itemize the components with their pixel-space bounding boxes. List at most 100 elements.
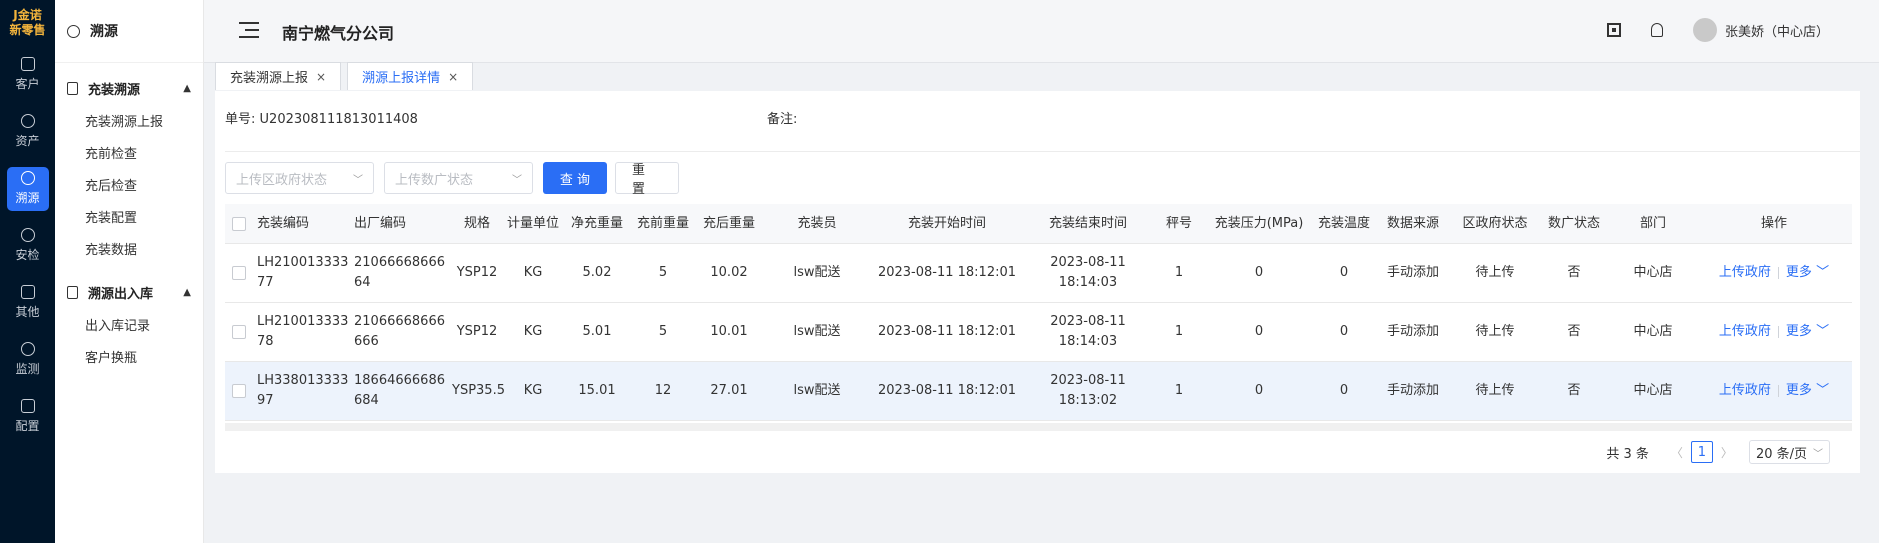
subnav-item-post-check[interactable]: 充后检查 [55,171,203,203]
chevron-down-icon: ﹀ [1816,324,1830,339]
company-name: 南宁燃气分公司 [282,24,395,43]
col-header: 充装员 [797,215,837,231]
rail-item-customer[interactable]: 客户 [0,46,55,103]
apps-icon [20,399,35,413]
row-checkbox[interactable] [232,325,246,339]
more-dropdown[interactable]: 更多 ﹀ [1786,263,1829,283]
bell-icon[interactable] [1650,23,1663,37]
chevron-up-icon: ▲ [183,82,191,94]
rail-label: 安检 [15,248,40,262]
rail-item-monitor[interactable]: 监测 [0,331,55,388]
col-header: 充前重量 [636,215,689,231]
horizontal-scrollbar[interactable] [225,423,1852,431]
col-header: 数据来源 [1386,215,1439,231]
col-header: 计量单位 [506,215,559,231]
upload-gov-link[interactable]: 上传政府 [1719,263,1771,283]
qrcode-icon[interactable] [1606,23,1621,37]
chevron-down-icon: ﹀ [1816,265,1830,280]
subnav-item-filling-report[interactable]: 充装溯源上报 [55,107,203,139]
subnav-item-bottle-exchange[interactable]: 客户换瓶 [55,343,203,375]
close-icon[interactable]: × [316,70,326,84]
chevron-down-icon: ﹀ [353,174,363,186]
menu-fold-icon[interactable] [239,22,259,40]
page-size-select[interactable]: 20 条/页 ﹀ [1748,440,1830,464]
col-header: 充装压力(MPa) [1214,215,1304,231]
upload-gov-link[interactable]: 上传政府 [1719,381,1771,401]
app-rail: J金诺 新零售 客户 资产 溯源 安检 其他 监测 配置 [0,0,55,543]
chevron-right-icon[interactable]: 〉 [1721,444,1733,461]
col-header: 充后重量 [702,215,755,231]
more-dropdown[interactable]: 更多 ﹀ [1786,322,1829,342]
tab-report-detail[interactable]: 溯源上报详情 × [347,62,474,90]
chevron-down-icon: ﹀ [1816,383,1830,398]
col-header: 出厂编码 [354,215,407,231]
logo-line-2: 新零售 [9,23,46,37]
rail-item-inspection[interactable]: 安检 [0,217,55,274]
query-button[interactable]: 查 询 [543,162,607,194]
top-header: 南宁燃气分公司 张美娇（中心店） [204,0,1879,63]
reset-button[interactable]: 重 置 [615,162,679,197]
chevron-down-icon: ﹀ [512,174,522,186]
table-row: LH21001333377 2106666866664 YSP12 KG 5.0… [225,244,1852,303]
subnav-item-stock-records[interactable]: 出入库记录 [55,311,203,343]
subnav-item-filling-config[interactable]: 充装配置 [55,203,203,235]
order-number: 单号: U202308111813011408 [225,112,418,127]
select-all-checkbox[interactable] [232,216,246,231]
rail-item-assets[interactable]: 资产 [0,103,55,160]
rail-item-other[interactable]: 其他 [0,274,55,331]
col-header: 规格 [463,215,490,231]
filter-bar: 上传区政府状态 ﹀ 上传数广状态 ﹀ 查 询 重 置 [225,162,687,197]
digital-status-select[interactable]: 上传数广状态 ﹀ [384,162,533,194]
chevron-down-icon: ﹀ [1813,448,1823,460]
compass-icon [67,24,80,38]
total-count: 共 3 条 [1606,446,1649,462]
page-number[interactable]: 1 [1690,441,1713,463]
sub-navigation: 溯源 充装溯源 ▲ 充装溯源上报 充前检查 充后检查 充装配置 充装数据 溯源出… [55,0,204,543]
col-header: 充装结束时间 [1048,215,1127,231]
row-checkbox[interactable] [232,266,246,280]
subnav-group-stock-in-out[interactable]: 溯源出入库 ▲ [55,273,203,311]
col-header: 净充重量 [570,215,623,231]
col-header: 充装编码 [257,215,310,231]
close-icon[interactable]: × [448,70,458,84]
col-header: 数广状态 [1547,215,1600,231]
rail-label: 监测 [15,362,40,376]
rail-item-trace[interactable]: 溯源 [0,160,55,217]
more-dropdown[interactable]: 更多 ﹀ [1786,381,1829,401]
username[interactable]: 张美娇（中心店） [1725,21,1829,40]
rail-label: 资产 [15,134,40,148]
chevron-left-icon[interactable]: 〈 [1671,444,1683,461]
subnav-title: 溯源 [55,0,203,63]
alarm-icon [20,342,35,356]
customer-card-icon [20,57,35,71]
page-tabs: 充装溯源上报 × 溯源上报详情 × [215,62,479,90]
rail-item-config[interactable]: 配置 [0,388,55,445]
lightbulb-icon [20,114,35,128]
table-header: 充装编码 出厂编码 规格 计量单位 净充重量 充前重量 充后重量 充装员 充装开… [225,204,1852,244]
records-table: 充装编码 出厂编码 规格 计量单位 净充重量 充前重量 充后重量 充装员 充装开… [225,204,1852,421]
subnav-item-pre-check[interactable]: 充前检查 [55,139,203,171]
grid-plus-icon [20,285,35,299]
avatar[interactable] [1692,18,1717,42]
gov-status-select[interactable]: 上传区政府状态 ﹀ [225,162,374,194]
rail-label: 客户 [15,77,40,91]
brand-logo: J金诺 新零售 [0,0,55,46]
warehouse-icon [67,285,78,299]
chevron-up-icon: ▲ [183,286,191,298]
subnav-group-filling-trace[interactable]: 充装溯源 ▲ [55,69,203,107]
rail-label: 其他 [15,305,40,319]
row-checkbox[interactable] [232,384,246,398]
col-header: 区政府状态 [1462,215,1528,231]
col-header: 充装温度 [1317,215,1370,231]
tab-filling-report[interactable]: 充装溯源上报 × [215,62,342,90]
table-row: LH33801333397 18664666686684 YSP35.5 KG … [225,362,1852,421]
upload-gov-link[interactable]: 上传政府 [1719,322,1771,342]
col-header: 秤号 [1165,215,1192,231]
main-panel: 单号: U202308111813011408 备注: 上传区政府状态 ﹀ 上传… [215,91,1860,473]
col-header: 部门 [1639,215,1666,231]
subnav-item-filling-data[interactable]: 充装数据 [55,235,203,267]
logo-line-1: J金诺 [13,8,42,22]
col-header: 充装开始时间 [907,215,986,231]
compass-icon [20,171,35,185]
col-header: 操作 [1760,215,1787,231]
